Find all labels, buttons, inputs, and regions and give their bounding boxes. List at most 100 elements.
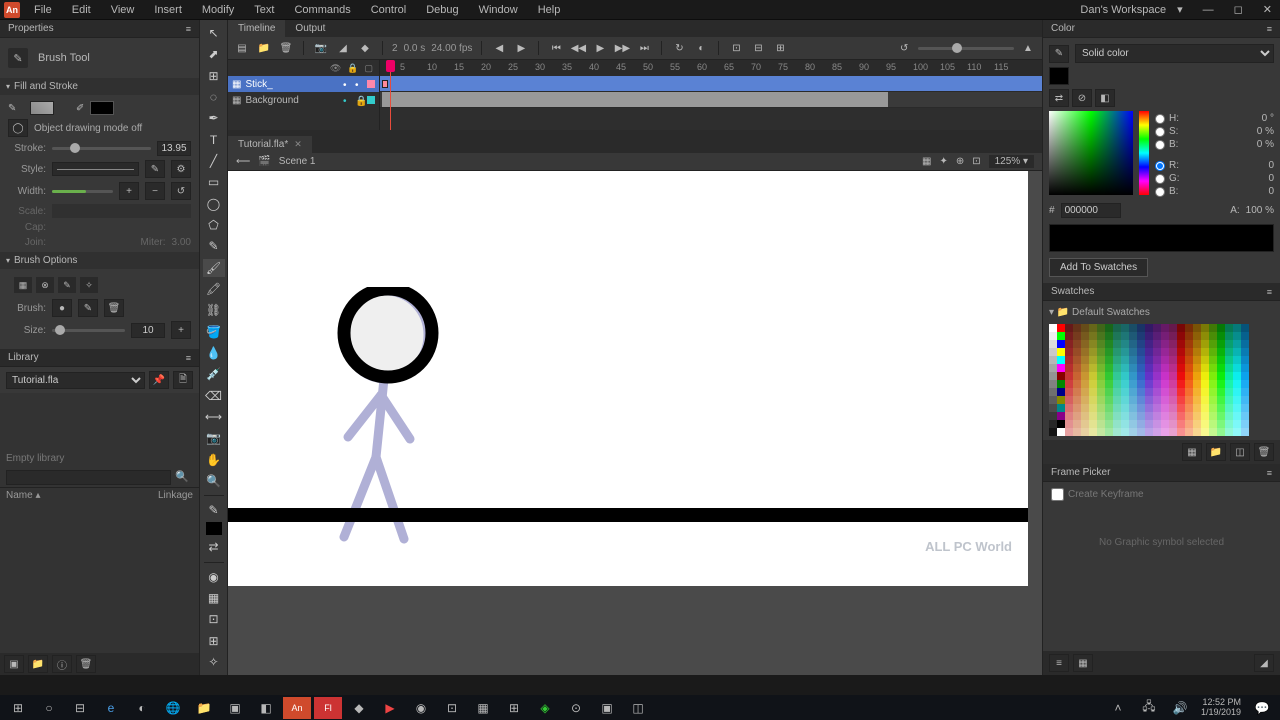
- taskview-icon[interactable]: ⊟: [66, 697, 94, 719]
- fill-color-btn[interactable]: [1049, 67, 1069, 85]
- lib-new-icon[interactable]: 🗎: [173, 371, 193, 389]
- polystar-tool-icon[interactable]: ⬠: [203, 216, 225, 234]
- zoom-dropdown[interactable]: 125% ▾: [989, 155, 1034, 168]
- color-none-icon[interactable]: ⊘: [1072, 89, 1092, 107]
- fit-icon[interactable]: ▲: [1020, 40, 1036, 56]
- brush-delete-icon[interactable]: 🗑: [104, 299, 124, 317]
- animate-taskbar-icon[interactable]: An: [283, 697, 311, 719]
- swatch-grid[interactable]: [1049, 324, 1274, 436]
- opt5-icon[interactable]: ✧: [203, 653, 225, 671]
- menu-commands[interactable]: Commands: [286, 2, 358, 18]
- zoom-tool-icon[interactable]: 🔍: [203, 472, 225, 490]
- color-mode-dropdown[interactable]: Solid color: [1075, 44, 1274, 63]
- paint-brush-tool-icon[interactable]: 🖍: [203, 280, 225, 298]
- workspace-switcher[interactable]: Dan's Workspace ▾: [1064, 1, 1190, 18]
- app9-icon[interactable]: ⊞: [500, 697, 528, 719]
- layer-stick[interactable]: ▦Stick_••: [228, 76, 379, 92]
- radio-h[interactable]: [1155, 114, 1165, 124]
- keyframe-icon[interactable]: ◆: [357, 40, 373, 56]
- bucket-tool-icon[interactable]: 🪣: [203, 323, 225, 341]
- swatch-delete-icon[interactable]: 🗑: [1254, 443, 1274, 461]
- flash-icon[interactable]: Fl: [314, 697, 342, 719]
- oval-tool-icon[interactable]: ◯: [203, 195, 225, 213]
- color-default-icon[interactable]: ◧: [1095, 89, 1115, 107]
- fill-swatch[interactable]: [30, 101, 54, 115]
- stroke-slider[interactable]: [52, 147, 151, 150]
- layer-depth-icon[interactable]: ◢: [335, 40, 351, 56]
- menu-insert[interactable]: Insert: [146, 2, 190, 18]
- line-tool-icon[interactable]: ╱: [203, 152, 225, 170]
- panel-menu-icon[interactable]: ≡: [1267, 24, 1272, 34]
- app8-icon[interactable]: ▦: [469, 697, 497, 719]
- brush-opt4-icon[interactable]: ✧: [80, 277, 98, 293]
- goto-start-icon[interactable]: ⏮: [548, 40, 564, 56]
- goto-end-icon[interactable]: ⏭: [636, 40, 652, 56]
- menu-text[interactable]: Text: [246, 2, 282, 18]
- menu-control[interactable]: Control: [363, 2, 414, 18]
- width-sub-icon[interactable]: −: [145, 182, 165, 200]
- span-icon1[interactable]: ⊡: [728, 40, 744, 56]
- fp-zoom-icon[interactable]: ◢: [1254, 654, 1274, 672]
- fill-icon[interactable]: ✎: [8, 103, 24, 114]
- clock[interactable]: 12:52 PM1/19/2019: [1197, 698, 1245, 718]
- scene-name[interactable]: Scene 1: [279, 156, 316, 167]
- fp-opt1-icon[interactable]: ≡: [1049, 654, 1069, 672]
- pen-tool-icon[interactable]: ✒: [203, 109, 225, 127]
- new-folder-icon[interactable]: 📁: [256, 40, 272, 56]
- app2-icon[interactable]: ▣: [221, 697, 249, 719]
- width-tool-icon[interactable]: ⟷: [203, 408, 225, 426]
- hand-tool-icon[interactable]: ✋: [203, 451, 225, 469]
- brush-opt2-icon[interactable]: ⊗: [36, 277, 54, 293]
- span-icon3[interactable]: ⊞: [772, 40, 788, 56]
- search-icon[interactable]: 🔍: [171, 470, 193, 485]
- radio-b[interactable]: [1155, 140, 1165, 150]
- span-icon2[interactable]: ⊟: [750, 40, 766, 56]
- fit-icon[interactable]: ⊡: [972, 156, 980, 167]
- radio-bl[interactable]: [1155, 187, 1165, 197]
- brush-edit-icon[interactable]: ✎: [78, 299, 98, 317]
- rect-tool-icon[interactable]: ▭: [203, 173, 225, 191]
- notifications-icon[interactable]: 💬: [1248, 697, 1276, 719]
- opt3-icon[interactable]: ⊡: [203, 610, 225, 628]
- app10-icon[interactable]: ◈: [531, 697, 559, 719]
- brush-tool-icon[interactable]: 🖌: [203, 259, 225, 277]
- brush-opt1-icon[interactable]: ▦: [14, 277, 32, 293]
- outline-icon[interactable]: ▢: [364, 63, 373, 74]
- stroke-color-btn[interactable]: ✎: [1049, 45, 1069, 63]
- camera-icon[interactable]: 📷: [313, 40, 329, 56]
- lib-new-folder-icon[interactable]: 📁: [28, 655, 48, 673]
- camera-tool-icon[interactable]: 📷: [203, 429, 225, 447]
- library-search-input[interactable]: [6, 470, 171, 485]
- step-back-icon[interactable]: ◀◀: [570, 40, 586, 56]
- next-icon[interactable]: ▶: [513, 40, 529, 56]
- new-layer-icon[interactable]: ▤: [234, 40, 250, 56]
- width-add-icon[interactable]: +: [119, 182, 139, 200]
- delete-layer-icon[interactable]: 🗑: [278, 40, 294, 56]
- text-tool-icon[interactable]: T: [203, 131, 225, 149]
- hue-slider[interactable]: [1139, 111, 1149, 195]
- lib-new-symbol-icon[interactable]: ▣: [4, 655, 24, 673]
- app1-icon[interactable]: ◐: [128, 697, 156, 719]
- app6-icon[interactable]: ◉: [407, 697, 435, 719]
- color-field[interactable]: [1049, 111, 1133, 195]
- transform-tool-icon[interactable]: ⊞: [203, 67, 225, 85]
- width-reset-icon[interactable]: ↺: [171, 182, 191, 200]
- panel-menu-icon[interactable]: ≡: [186, 353, 191, 363]
- tray-vol-icon[interactable]: 🔊: [1166, 697, 1194, 719]
- menu-file[interactable]: File: [26, 2, 60, 18]
- lib-col-linkage[interactable]: Linkage: [158, 490, 193, 501]
- tray-net-icon[interactable]: 🖧: [1135, 697, 1163, 719]
- chrome-icon[interactable]: 🌐: [159, 697, 187, 719]
- swap-colors-icon[interactable]: ⇄: [203, 538, 225, 556]
- add-swatch-button[interactable]: Add To Swatches: [1049, 258, 1148, 277]
- edge-icon[interactable]: e: [97, 697, 125, 719]
- panel-menu-icon[interactable]: ≡: [186, 24, 191, 34]
- onion-icon[interactable]: ◐: [693, 40, 709, 56]
- cortana-icon[interactable]: ○: [35, 697, 63, 719]
- step-fwd-icon[interactable]: ▶▶: [614, 40, 630, 56]
- layer-background[interactable]: ▦Background•🔒: [228, 92, 379, 108]
- brush-shape-picker[interactable]: ●: [52, 299, 72, 317]
- lib-props-icon[interactable]: ⓘ: [52, 655, 72, 673]
- prev-icon[interactable]: ◀: [491, 40, 507, 56]
- swatch-new-icon[interactable]: ◫: [1230, 443, 1250, 461]
